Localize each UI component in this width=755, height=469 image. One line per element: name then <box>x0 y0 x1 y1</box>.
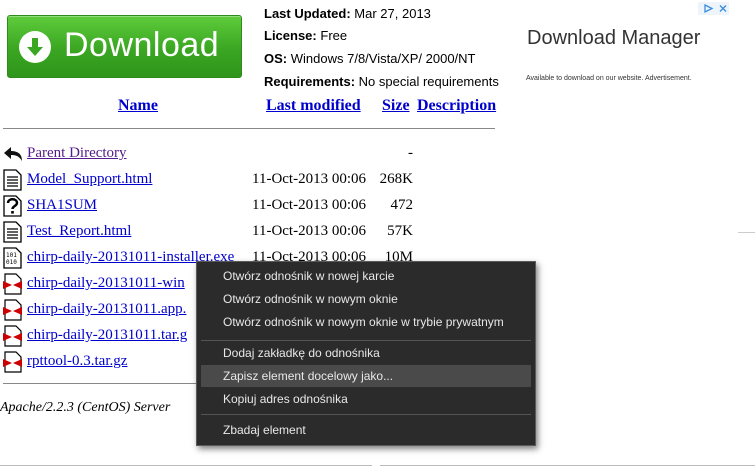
unknown-file-icon <box>2 195 23 217</box>
ad-title[interactable]: Download Manager <box>527 27 700 50</box>
context-menu-item-save-link-as[interactable]: Zapisz element docelowy jako... <box>223 369 393 383</box>
file-date: 11-Oct-2013 00:06 <box>252 197 367 213</box>
file-date: 11-Oct-2013 00:06 <box>252 171 367 187</box>
list-item-link[interactable]: chirp-daily-20131011.tar.g <box>27 327 187 344</box>
page-edge-line <box>738 232 755 233</box>
list-item-link[interactable]: rpttool-0.3.tar.gz <box>27 353 127 370</box>
requirements-label: Requirements: <box>264 74 356 89</box>
context-menu-item-open-new-tab[interactable]: Otwórz odnośnik w nowej karcie <box>223 269 394 283</box>
compressed-file-icon <box>2 351 23 373</box>
license-value: Free <box>320 28 348 43</box>
context-menu-item-inspect[interactable]: Zbadaj element <box>223 423 306 437</box>
list-item-link[interactable]: Test_Report.html <box>27 223 131 240</box>
file-date: 11-Oct-2013 00:06 <box>252 223 367 239</box>
compressed-file-icon <box>2 325 23 347</box>
last-updated-value: Mar 27, 2013 <box>354 6 431 21</box>
header-name-link[interactable]: Name <box>118 97 158 115</box>
last-updated-label: Last Updated: <box>264 6 351 21</box>
compressed-file-icon <box>2 273 23 295</box>
footer-divider <box>3 383 198 384</box>
list-item-link[interactable]: Parent Directory <box>27 145 127 162</box>
text-file-icon <box>2 169 23 191</box>
compressed-file-icon <box>2 299 23 321</box>
context-menu-separator <box>201 340 531 341</box>
context-menu-item-open-new-window[interactable]: Otwórz odnośnik w nowym oknie <box>223 292 398 306</box>
list-item-link[interactable]: chirp-daily-20131011.app. <box>27 301 186 318</box>
last-updated-line: Last Updated: Mar 27, 2013 <box>264 6 431 21</box>
header-divider <box>3 128 495 129</box>
list-item-link[interactable]: chirp-daily-20131011-win <box>27 275 185 292</box>
os-line: OS: Windows 7/8/Vista/XP/ 2000/NT <box>264 51 476 66</box>
svg-text:101: 101 <box>6 252 17 259</box>
file-size: 268K <box>379 171 413 187</box>
header-description-link[interactable]: Description <box>417 97 496 115</box>
os-label: OS: <box>264 51 288 66</box>
download-ad-label: Download <box>64 26 220 64</box>
context-menu-separator <box>201 414 531 415</box>
os-value: Windows 7/8/Vista/XP/ 2000/NT <box>290 51 476 66</box>
license-line: License: Free <box>264 28 347 43</box>
svg-text:010: 010 <box>6 259 17 266</box>
context-menu-item-bookmark-link[interactable]: Dodaj zakładkę do odnośnika <box>223 346 380 360</box>
header-last-modified-link[interactable]: Last modified <box>266 97 361 115</box>
ad-subtitle: Available to download on our website. Ad… <box>526 75 692 82</box>
context-menu-item-open-private-window[interactable]: Otwórz odnośnik w nowym oknie w trybie p… <box>223 315 504 329</box>
text-file-icon <box>2 221 23 243</box>
context-menu: Otwórz odnośnik w nowej karcie Otwórz od… <box>196 261 536 446</box>
license-label: License: <box>264 28 317 43</box>
header-size-link[interactable]: Size <box>382 97 410 115</box>
server-signature: Apache/2.2.3 (CentOS) Server <box>0 400 171 415</box>
context-menu-item-copy-link[interactable]: Kopiuj adres odnośnika <box>223 392 348 406</box>
download-ad-button[interactable]: Download <box>7 15 242 78</box>
page-edge-line <box>0 465 372 466</box>
binary-file-icon: 101 010 <box>2 247 23 269</box>
file-size: 57K <box>387 223 413 239</box>
close-icon[interactable] <box>717 2 729 15</box>
download-arrow-icon <box>19 31 51 63</box>
list-item-link[interactable]: SHA1SUM <box>27 197 97 214</box>
list-item-link[interactable]: Model_Support.html <box>27 171 152 188</box>
page-edge-line <box>380 465 755 466</box>
requirements-value: No special requirements <box>358 74 499 89</box>
back-arrow-icon <box>2 143 23 165</box>
requirements-line: Requirements: No special requirements <box>264 74 499 89</box>
file-size: - <box>408 145 413 161</box>
file-size: 472 <box>390 197 414 213</box>
